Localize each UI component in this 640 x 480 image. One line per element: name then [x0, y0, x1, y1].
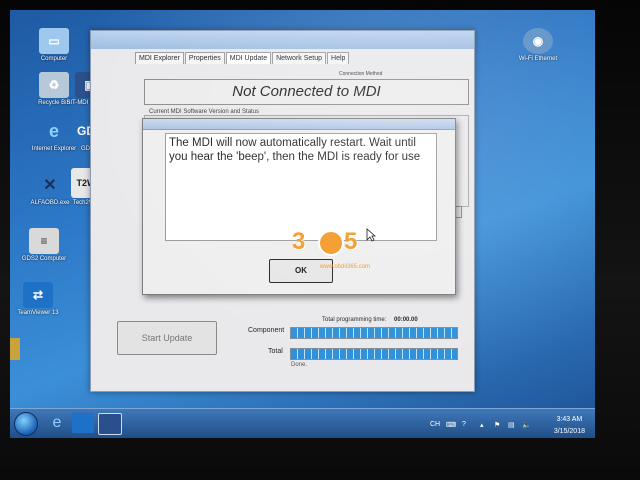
computer-icon: ▭ — [39, 28, 69, 54]
document-icon: ≡ — [29, 228, 59, 254]
total-programming-time: Total programming time: 00:00.00 — [322, 317, 418, 323]
dialog-titlebar — [143, 119, 455, 130]
tray-chevron-icon[interactable]: ▴ — [480, 421, 484, 429]
network-icon: ◉ — [523, 28, 553, 54]
start-button[interactable] — [14, 412, 38, 436]
dialog-message: The MDI will now automatically restart. … — [165, 133, 437, 241]
tab-properties[interactable]: Properties — [184, 52, 225, 64]
component-progress-fill — [291, 328, 457, 338]
connection-method-label: Connection Method — [339, 71, 383, 77]
total-programming-time-value: 00:00.00 — [394, 317, 418, 323]
help-icon[interactable]: ? — [462, 421, 466, 428]
keyboard-icon[interactable]: ⌨ — [446, 421, 456, 429]
software-status-title: Current MDI Software Version and Status — [147, 109, 262, 115]
done-status: Done. — [291, 362, 308, 368]
mdi-manager-taskbar-icon[interactable] — [98, 413, 122, 435]
clock-date: 3/15/2018 — [553, 428, 585, 435]
watermark-url: www.obdii365.com — [320, 264, 371, 270]
watermark-digit-5: 5 — [344, 228, 358, 255]
clock-time: 3:43 AM — [556, 416, 583, 423]
desktop-icon-gds2-computer[interactable]: ≡ GDS2 Computer — [16, 228, 72, 263]
total-progress-bar — [290, 348, 458, 360]
tab-help[interactable]: Help — [327, 52, 350, 64]
internet-explorer-taskbar-icon[interactable]: e — [46, 413, 68, 433]
total-progress-fill — [291, 349, 457, 359]
tab-mdi-update[interactable]: MDI Update — [225, 52, 272, 64]
tab-bar: MDI Explorer Properties MDI Update Netwo… — [135, 52, 350, 64]
watermark-digit-3: 3 — [292, 228, 306, 255]
desktop-icon-computer[interactable]: ▭ Computer — [26, 28, 82, 63]
taskbar: e CH ⌨ ? ▴ ⚑ ▤ 🔈 3:43 AM 3/15/2018 — [10, 408, 595, 438]
teamviewer-icon: ⇄ — [23, 282, 53, 308]
connection-status: Not Connected to MDI — [144, 79, 469, 105]
teamviewer-taskbar-icon[interactable] — [72, 413, 94, 433]
clock[interactable]: 3:43 AM 3/15/2018 — [554, 414, 585, 438]
folder-icon[interactable] — [10, 338, 20, 360]
component-label: Component — [248, 327, 285, 334]
desktop: ▭ Computer ♻ Recycle Bin ▣ SIT-MDI Manag… — [10, 10, 595, 438]
network-tray-icon[interactable]: ▤ — [508, 421, 515, 429]
total-label: Total — [268, 348, 283, 355]
window-titlebar — [91, 31, 474, 49]
total-programming-time-label: Total programming time: — [322, 317, 387, 323]
tab-network-setup[interactable]: Network Setup — [272, 52, 327, 64]
smiley-icon — [318, 230, 344, 256]
component-progress-bar — [290, 327, 458, 339]
desktop-icon-wifi[interactable]: ◉ Wi-Fi Ethernet — [510, 28, 566, 63]
watermark-logo: 3 5 www.obdii365.com — [292, 228, 372, 272]
language-indicator[interactable]: CH — [430, 421, 440, 428]
desktop-icon-teamviewer[interactable]: ⇄ TeamViewer 13 — [10, 282, 66, 317]
flag-icon[interactable]: ⚑ — [494, 421, 500, 429]
volume-icon[interactable]: 🔈 — [522, 421, 531, 429]
cursor-icon — [366, 228, 376, 242]
tab-mdi-explorer[interactable]: MDI Explorer — [135, 52, 184, 64]
start-update-button[interactable]: Start Update — [117, 321, 217, 355]
